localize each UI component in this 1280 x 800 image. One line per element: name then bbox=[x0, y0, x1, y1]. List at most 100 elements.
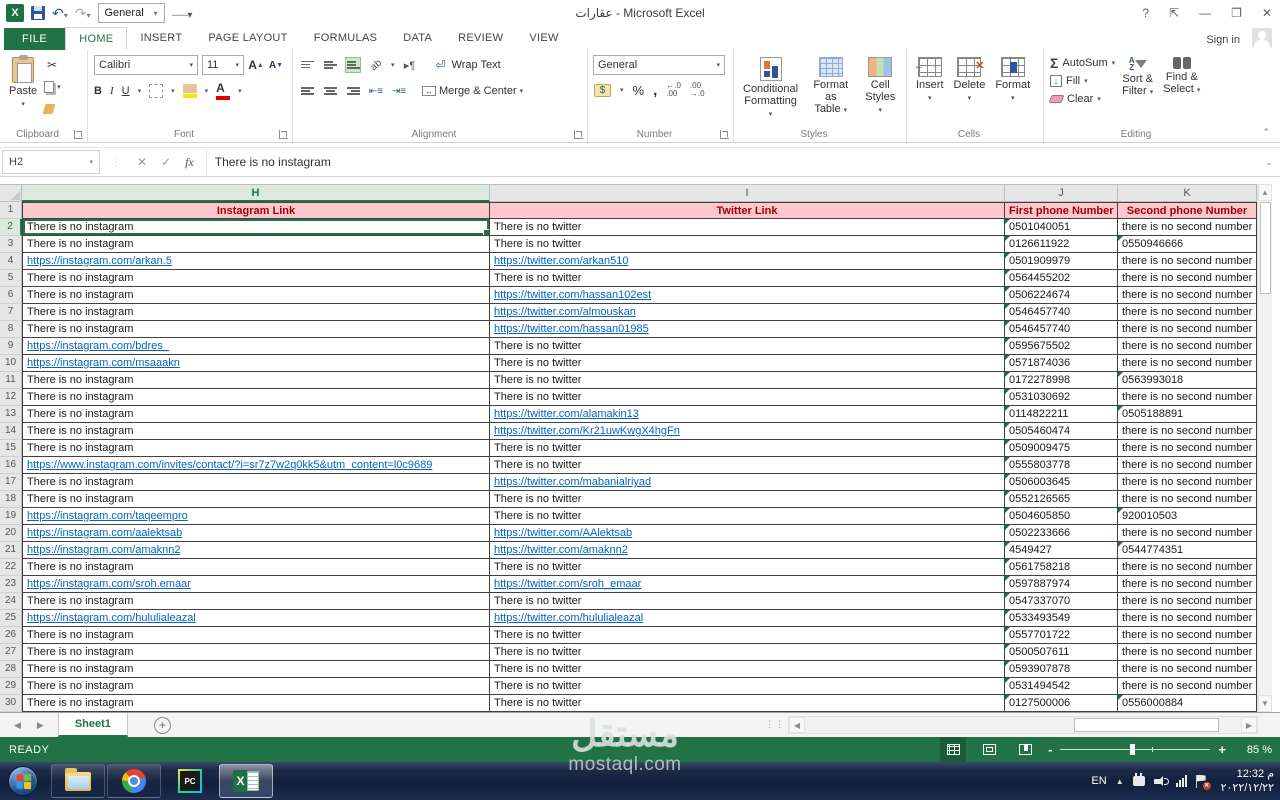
tab-file[interactable]: FILE bbox=[4, 28, 66, 50]
clock[interactable]: 12:32 م ٢٠٢٢/١٢/٢٢ bbox=[1221, 767, 1274, 795]
grow-font-icon[interactable]: A ▲ bbox=[248, 57, 264, 73]
underline-button[interactable]: U bbox=[122, 85, 130, 97]
horizontal-scrollbar[interactable]: ◀ ▶ bbox=[788, 716, 1258, 734]
cell-I15[interactable]: There is no twitter bbox=[490, 440, 1005, 457]
row-header-10[interactable]: 10 bbox=[0, 355, 22, 372]
orientation-icon[interactable]: ab bbox=[365, 54, 388, 77]
row-header-21[interactable]: 21 bbox=[0, 542, 22, 559]
cell-H26[interactable]: There is no instagram bbox=[22, 627, 490, 644]
font-color-button[interactable]: A bbox=[216, 82, 231, 100]
row-header-4[interactable]: 4 bbox=[0, 253, 22, 270]
formula-input[interactable]: There is no instagram bbox=[205, 150, 1258, 174]
cell-J21[interactable]: 4549427 bbox=[1005, 542, 1118, 559]
row-header-9[interactable]: 9 bbox=[0, 338, 22, 355]
column-header-J[interactable]: J bbox=[1005, 184, 1118, 202]
paste-button[interactable]: Paste ▾ bbox=[4, 54, 42, 120]
cell-J27[interactable]: 0500507611 bbox=[1005, 644, 1118, 661]
row-header-18[interactable]: 18 bbox=[0, 491, 22, 508]
cell-J18[interactable]: 0552126565 bbox=[1005, 491, 1118, 508]
vertical-scrollbar[interactable]: ▲ ▼ bbox=[1257, 184, 1272, 712]
insert-function-icon[interactable]: fx bbox=[185, 155, 194, 170]
cell-H15[interactable]: There is no instagram bbox=[22, 440, 490, 457]
cell-H25[interactable]: https://instagram.com/hululialeazal bbox=[22, 610, 490, 627]
name-box[interactable]: H2 ▾ bbox=[2, 150, 100, 174]
align-left-icon[interactable] bbox=[299, 83, 315, 99]
fill-color-button[interactable] bbox=[182, 84, 197, 98]
cell-K23[interactable]: there is no second number bbox=[1118, 576, 1257, 593]
cell-K2[interactable]: there is no second number bbox=[1118, 219, 1257, 236]
sign-in-link[interactable]: Sign in bbox=[1206, 34, 1240, 46]
percent-style-button[interactable]: % bbox=[633, 83, 645, 98]
cell-H3[interactable]: There is no instagram bbox=[22, 236, 490, 253]
format-painter-button[interactable] bbox=[42, 98, 63, 120]
cell-I14[interactable]: https://twitter.com/Kr21uwKwgX4hgFn bbox=[490, 423, 1005, 440]
cell-J30[interactable]: 0127500006 bbox=[1005, 695, 1118, 712]
decrease-indent-icon[interactable]: ⇤≡ bbox=[368, 83, 384, 99]
cell-H13[interactable]: There is no instagram bbox=[22, 406, 490, 423]
text-direction-icon[interactable]: ▸¶ bbox=[402, 57, 418, 73]
row-header-20[interactable]: 20 bbox=[0, 525, 22, 542]
bottom-align-icon[interactable] bbox=[345, 57, 361, 73]
fill-button[interactable]: ↓ Fill ▾ bbox=[1048, 72, 1117, 90]
row-header-24[interactable]: 24 bbox=[0, 593, 22, 610]
cell-H10[interactable]: https://instagram.com/msaaakn bbox=[22, 355, 490, 372]
conditional-formatting-button[interactable]: Conditional Formatting ▾ bbox=[738, 54, 803, 126]
cell-H6[interactable]: There is no instagram bbox=[22, 287, 490, 304]
excel-app-icon[interactable]: X bbox=[6, 4, 24, 22]
scroll-up-icon[interactable]: ▲ bbox=[1258, 184, 1272, 201]
row-header-28[interactable]: 28 bbox=[0, 661, 22, 678]
cell-H11[interactable]: There is no instagram bbox=[22, 372, 490, 389]
cell-J4[interactable]: 0501909979 bbox=[1005, 253, 1118, 270]
row-header-8[interactable]: 8 bbox=[0, 321, 22, 338]
cell-I3[interactable]: There is no twitter bbox=[490, 236, 1005, 253]
row-header-17[interactable]: 17 bbox=[0, 474, 22, 491]
format-as-table-button[interactable]: Format as Table ▾ bbox=[803, 54, 858, 126]
taskbar-pycharm-button[interactable]: PC bbox=[163, 764, 217, 798]
cell-J11[interactable]: 0172278998 bbox=[1005, 372, 1118, 389]
cell-K25[interactable]: there is no second number bbox=[1118, 610, 1257, 627]
cell-J20[interactable]: 0502233666 bbox=[1005, 525, 1118, 542]
row-header-26[interactable]: 26 bbox=[0, 627, 22, 644]
cell-styles-button[interactable]: Cell Styles ▾ bbox=[858, 54, 902, 126]
shrink-font-icon[interactable]: A ▼ bbox=[268, 57, 284, 73]
cell-H22[interactable]: There is no instagram bbox=[22, 559, 490, 576]
cell-H19[interactable]: https://instagram.com/taqeempro bbox=[22, 508, 490, 525]
cell-K20[interactable]: there is no second number bbox=[1118, 525, 1257, 542]
row-header-16[interactable]: 16 bbox=[0, 457, 22, 474]
cell-I28[interactable]: There is no twitter bbox=[490, 661, 1005, 678]
select-all-corner[interactable] bbox=[0, 184, 22, 202]
cell-K3[interactable]: 0550946666 bbox=[1118, 236, 1257, 253]
cell-I13[interactable]: https://twitter.com/alamakin13 bbox=[490, 406, 1005, 423]
taskbar-excel-button[interactable]: X bbox=[219, 764, 273, 798]
cell-H16[interactable]: https://www.instagram.com/invites/contac… bbox=[22, 457, 490, 474]
cell-J8[interactable]: 0546457740 bbox=[1005, 321, 1118, 338]
cell-K10[interactable]: there is no second number bbox=[1118, 355, 1257, 372]
cell-H7[interactable]: There is no instagram bbox=[22, 304, 490, 321]
bold-button[interactable]: B bbox=[94, 85, 102, 97]
cell-J19[interactable]: 0504605850 bbox=[1005, 508, 1118, 525]
find-select-button[interactable]: Find & Select ▾ bbox=[1158, 54, 1205, 108]
sheet-nav-left-icon[interactable]: ◀ bbox=[14, 720, 21, 731]
cell-K27[interactable]: there is no second number bbox=[1118, 644, 1257, 661]
cell-I18[interactable]: There is no twitter bbox=[490, 491, 1005, 508]
cell-H24[interactable]: There is no instagram bbox=[22, 593, 490, 610]
zoom-in-icon[interactable]: + bbox=[1218, 742, 1226, 757]
cell-J9[interactable]: 0595675502 bbox=[1005, 338, 1118, 355]
format-cells-button[interactable]: Format ▾ bbox=[990, 54, 1035, 126]
zoom-level[interactable]: 85 % bbox=[1236, 744, 1272, 756]
cell-J7[interactable]: 0546457740 bbox=[1005, 304, 1118, 321]
cell-J24[interactable]: 0547337070 bbox=[1005, 593, 1118, 610]
cut-button[interactable]: ✂ bbox=[42, 54, 63, 76]
cell-H4[interactable]: https://instagram.com/arkan.5 bbox=[22, 253, 490, 270]
cell-K13[interactable]: 0505188891 bbox=[1118, 406, 1257, 423]
user-avatar[interactable] bbox=[1252, 28, 1272, 48]
cell-H29[interactable]: There is no instagram bbox=[22, 678, 490, 695]
speaker-icon[interactable] bbox=[1153, 775, 1169, 787]
network-signal-icon[interactable] bbox=[1175, 775, 1187, 787]
undo-icon[interactable]: ↶▾ bbox=[52, 5, 68, 22]
font-name-combo[interactable]: Calibri ▾ bbox=[94, 55, 198, 75]
tab-formulas[interactable]: FORMULAS bbox=[301, 27, 391, 50]
zoom-out-icon[interactable]: - bbox=[1048, 742, 1052, 757]
row-header-3[interactable]: 3 bbox=[0, 236, 22, 253]
save-icon[interactable] bbox=[31, 6, 45, 20]
